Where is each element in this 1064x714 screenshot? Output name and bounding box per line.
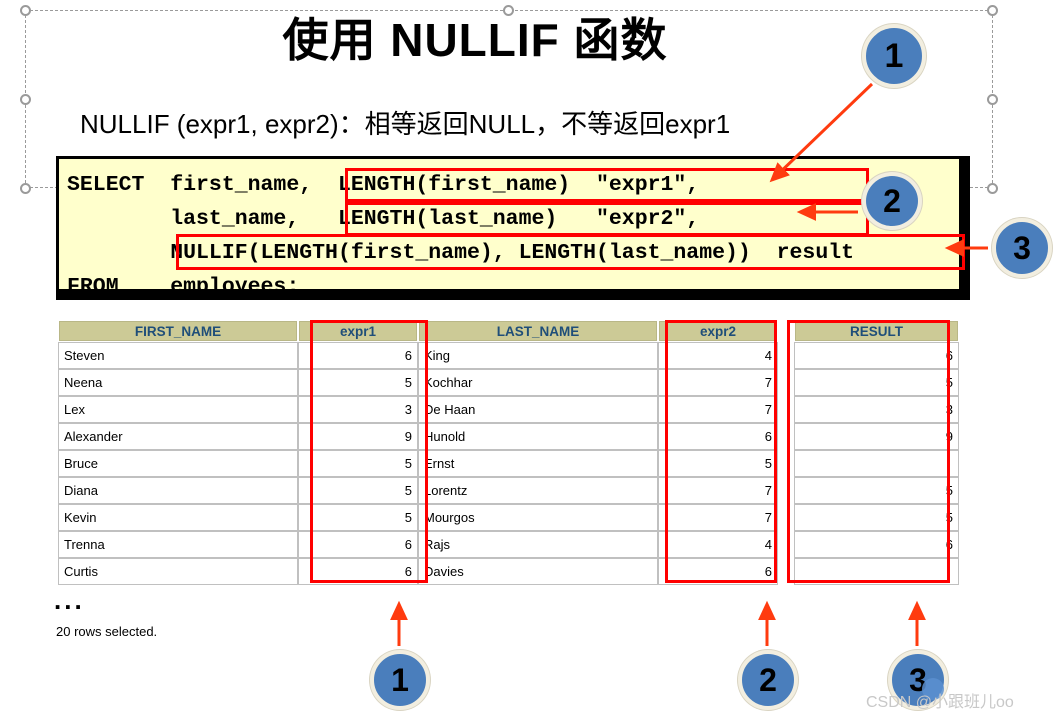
cell-last-name: Mourgos (418, 504, 658, 531)
cell-last-name: De Haan (418, 396, 658, 423)
cell-result: 5 (794, 477, 959, 504)
cell-expr2: 4 (658, 342, 778, 369)
table-row: Alexander 9 Hunold 6 9 (58, 423, 959, 450)
table-row: Trenna 6 Rajs 4 6 (58, 531, 959, 558)
table-header-row: FIRST_NAME expr1 LAST_NAME expr2 RESULT (58, 320, 959, 342)
cell-expr1: 3 (298, 396, 418, 423)
callout-badge-2-code[interactable]: 2 (862, 172, 922, 230)
cell-expr2: 6 (658, 423, 778, 450)
resize-handle-top-left[interactable] (20, 5, 31, 16)
column-header-expr2: expr2 (658, 320, 778, 342)
cell-expr2: 7 (658, 396, 778, 423)
query-results-table: FIRST_NAME expr1 LAST_NAME expr2 RESULT … (58, 320, 959, 585)
cell-expr1: 6 (298, 342, 418, 369)
cell-last-name: Kochhar (418, 369, 658, 396)
column-header-last-name: LAST_NAME (418, 320, 658, 342)
callout-badge-1-top[interactable]: 1 (862, 24, 926, 88)
table-row: Neena 5 Kochhar 7 5 (58, 369, 959, 396)
cell-expr2: 7 (658, 504, 778, 531)
cell-result (794, 450, 959, 477)
cell-expr1: 6 (298, 558, 418, 585)
cell-spacer (778, 369, 794, 396)
cell-expr1: 5 (298, 504, 418, 531)
cell-first-name: Alexander (58, 423, 298, 450)
cell-spacer (778, 423, 794, 450)
cell-result: 3 (794, 396, 959, 423)
cell-last-name: Lorentz (418, 477, 658, 504)
callout-badge-3-code[interactable]: 3 (992, 218, 1052, 278)
cell-first-name: Bruce (58, 450, 298, 477)
resize-handle-middle-left[interactable] (20, 94, 31, 105)
cell-spacer (778, 396, 794, 423)
cell-first-name: Neena (58, 369, 298, 396)
cell-last-name: King (418, 342, 658, 369)
cell-expr1: 5 (298, 369, 418, 396)
table-row: Curtis 6 Davies 6 (58, 558, 959, 585)
cell-last-name: Ernst (418, 450, 658, 477)
table-row: Bruce 5 Ernst 5 (58, 450, 959, 477)
cell-first-name: Curtis (58, 558, 298, 585)
cell-last-name: Davies (418, 558, 658, 585)
cell-first-name: Diana (58, 477, 298, 504)
rows-selected-status: 20 rows selected. (56, 624, 158, 639)
cell-expr2: 4 (658, 531, 778, 558)
code-line-from: FROM employees; (67, 275, 300, 292)
cell-expr1: 9 (298, 423, 418, 450)
cell-expr1: 5 (298, 477, 418, 504)
cell-spacer (778, 504, 794, 531)
code-line-lastname: last_name, LENGTH(last_name) "expr2", (67, 207, 700, 231)
sql-code-block: SELECT first_name, LENGTH(first_name) "e… (56, 156, 962, 292)
cell-result: 6 (794, 342, 959, 369)
cell-result: 5 (794, 504, 959, 531)
cell-spacer (778, 342, 794, 369)
table-row: Kevin 5 Mourgos 7 5 (58, 504, 959, 531)
callout-badge-1-bottom[interactable]: 1 (370, 650, 430, 710)
cell-spacer (778, 531, 794, 558)
resize-handle-middle-right[interactable] (987, 94, 998, 105)
column-header-result: RESULT (794, 320, 959, 342)
cell-expr2: 7 (658, 477, 778, 504)
cell-expr2: 6 (658, 558, 778, 585)
cell-spacer (778, 450, 794, 477)
resize-handle-top-right[interactable] (987, 5, 998, 16)
cell-first-name: Steven (58, 342, 298, 369)
cell-result: 5 (794, 369, 959, 396)
table-row: Steven 6 King 4 6 (58, 342, 959, 369)
code-line-nullif: NULLIF(LENGTH(first_name), LENGTH(last_n… (67, 241, 855, 265)
page-title: 使用 NULLIF 函数 (282, 14, 668, 66)
cell-first-name: Lex (58, 396, 298, 423)
cell-expr1: 6 (298, 531, 418, 558)
ellipsis-marker: ... (54, 585, 85, 615)
table-body: Steven 6 King 4 6 Neena 5 Kochhar 7 5 Lex 3 De Haan 7… (58, 342, 959, 585)
cell-spacer (778, 558, 794, 585)
cell-result (794, 558, 959, 585)
resize-handle-bottom-left[interactable] (20, 183, 31, 194)
table-row: Diana 5 Lorentz 7 5 (58, 477, 959, 504)
cell-expr2: 7 (658, 369, 778, 396)
cell-first-name: Kevin (58, 504, 298, 531)
cell-last-name: Rajs (418, 531, 658, 558)
column-spacer (778, 320, 794, 342)
slide-subtitle: NULLIF (expr1, expr2)：相等返回NULL，不等返回expr1 (80, 109, 731, 139)
cell-result: 9 (794, 423, 959, 450)
column-header-expr1: expr1 (298, 320, 418, 342)
cell-spacer (778, 477, 794, 504)
cell-expr2: 5 (658, 450, 778, 477)
cell-first-name: Trenna (58, 531, 298, 558)
cell-last-name: Hunold (418, 423, 658, 450)
table-row: Lex 3 De Haan 7 3 (58, 396, 959, 423)
callout-badge-2-bottom[interactable]: 2 (738, 650, 798, 710)
column-header-first-name: FIRST_NAME (58, 320, 298, 342)
cell-expr1: 5 (298, 450, 418, 477)
watermark-text: CSDN @小跟班儿oo (866, 694, 1014, 711)
cell-result: 6 (794, 531, 959, 558)
resize-handle-bottom-right[interactable] (987, 183, 998, 194)
code-line-select: SELECT first_name, LENGTH(first_name) "e… (67, 173, 700, 197)
